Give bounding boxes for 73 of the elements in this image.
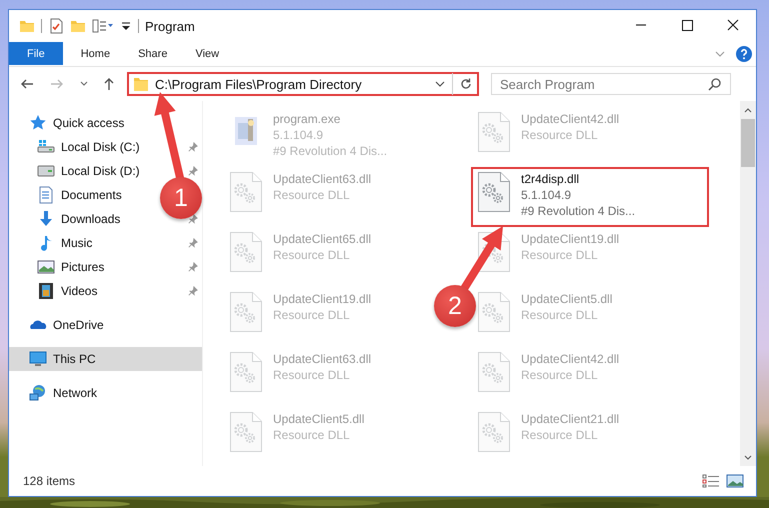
details-view-icon[interactable] — [702, 474, 720, 488]
file-name: t2r4disp.dll — [521, 171, 580, 187]
file-detail: Resource DLL — [273, 247, 351, 263]
file-name: UpdateClient42.dll — [521, 111, 620, 127]
file-detail: #9 Revolution 4 Dis... — [273, 143, 388, 159]
file-name: UpdateClient65.dll — [273, 231, 372, 247]
checklist-icon[interactable] — [48, 18, 64, 34]
sidebar-item[interactable]: Local Disk (C:) — [9, 135, 140, 159]
file-detail: Resource DLL — [521, 127, 599, 143]
gear-file-icon[interactable] — [477, 171, 511, 213]
file-name: UpdateClient19.dll — [273, 291, 372, 307]
pin-icon[interactable] — [188, 142, 198, 152]
sidebar-item[interactable]: Music — [9, 231, 92, 255]
file-detail: Resource DLL — [521, 367, 599, 383]
pin-icon[interactable] — [188, 286, 198, 296]
monitor-icon — [29, 350, 47, 368]
search-field[interactable]: Search Program — [491, 73, 731, 95]
folder-icon[interactable] — [19, 18, 35, 34]
view-options-icon[interactable] — [92, 18, 114, 34]
scrollbar-thumb[interactable] — [741, 119, 755, 167]
refresh-icon[interactable] — [459, 77, 473, 91]
file-detail: 5.1.104.9 — [521, 187, 572, 203]
file-detail: Resource DLL — [273, 427, 351, 443]
file-name: program.exe — [273, 111, 342, 127]
picture-icon — [37, 258, 55, 276]
sidebar-item[interactable]: OneDrive — [9, 313, 202, 337]
network-icon — [29, 384, 47, 402]
film-icon — [37, 282, 55, 300]
sidebar-item[interactable]: Quick access — [9, 111, 202, 135]
address-bar[interactable]: C:\Program Files\Program Directory — [127, 72, 479, 96]
file-detail: 5.1.104.9 — [273, 127, 324, 143]
window-title: Program — [145, 18, 195, 34]
file-name: UpdateClient63.dll — [273, 171, 372, 187]
file-name: UpdateClient5.dll — [273, 411, 364, 427]
star-icon — [29, 114, 47, 132]
large-icons-view-icon[interactable] — [726, 474, 744, 488]
pin-icon[interactable] — [188, 262, 198, 272]
file-name: UpdateClient42.dll — [521, 351, 620, 367]
file-detail: Resource DLL — [273, 307, 351, 323]
download-icon — [37, 210, 55, 228]
folder-icon[interactable] — [70, 18, 86, 34]
file-name: UpdateClient19.dll — [521, 231, 620, 247]
file-detail: Resource DLL — [273, 367, 351, 383]
address-path: C:\Program Files\Program Directory — [155, 76, 363, 92]
file-name: UpdateClient21.dll — [521, 411, 620, 427]
document-icon — [37, 186, 55, 204]
sidebar-item[interactable]: Network — [9, 381, 202, 405]
pin-icon[interactable] — [188, 238, 198, 248]
folder-icon — [133, 76, 149, 92]
file-detail: Resource DLL — [521, 427, 599, 443]
sidebar-item[interactable]: Pictures — [9, 255, 104, 279]
file-detail: Resource DLL — [521, 307, 599, 323]
sidebar-item[interactable]: Local Disk (D:) — [9, 159, 140, 183]
sidebar-item[interactable]: Videos — [9, 279, 98, 303]
sidebar-item[interactable]: Downloads — [9, 207, 120, 231]
file-detail: Resource DLL — [521, 247, 599, 263]
help-icon[interactable] — [736, 46, 752, 62]
file-name: UpdateClient63.dll — [273, 351, 372, 367]
scrollbar[interactable] — [740, 101, 756, 466]
ribbon-tab[interactable]: Share — [124, 42, 182, 65]
sidebar-item[interactable]: This PC — [9, 347, 202, 371]
ribbon-tab[interactable]: Home — [66, 42, 124, 65]
file-name: UpdateClient5.dll — [521, 291, 612, 307]
file-detail: #9 Revolution 4 Dis... — [521, 203, 636, 219]
dropdown-icon[interactable] — [120, 20, 132, 32]
pin-icon[interactable] — [188, 214, 198, 224]
ribbon-tab[interactable]: File — [9, 42, 63, 65]
item-count: 128 items — [23, 474, 76, 488]
ribbon-tab[interactable]: View — [181, 42, 234, 65]
file-detail: Resource DLL — [273, 187, 351, 203]
search-icon — [708, 77, 722, 91]
sidebar-item[interactable]: Documents — [9, 183, 122, 207]
pin-icon[interactable] — [188, 166, 198, 176]
